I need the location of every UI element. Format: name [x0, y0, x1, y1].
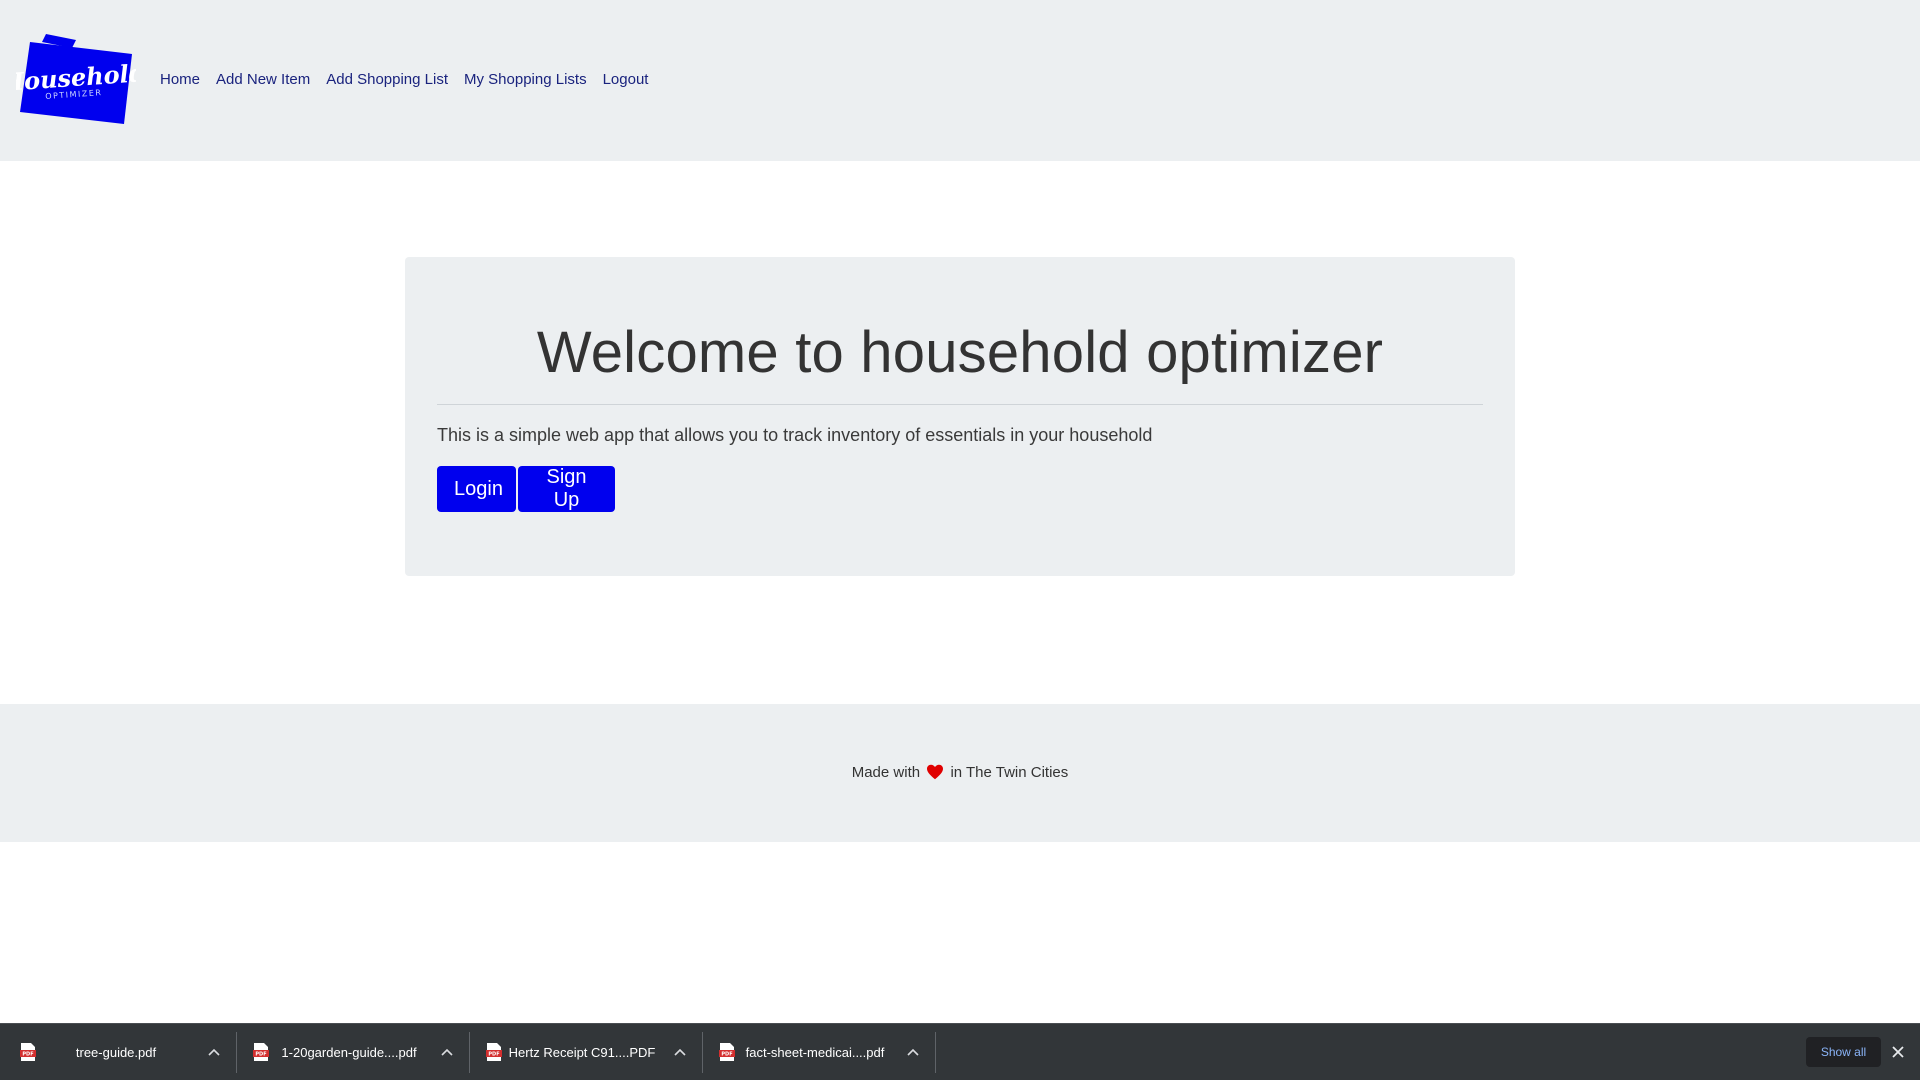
show-all-button[interactable]: Show all — [1806, 1037, 1881, 1067]
download-filename: 1-20garden-guide....pdf — [281, 1044, 417, 1060]
download-item[interactable]: PDF Hertz Receipt C91....PDF — [466, 1030, 698, 1074]
pdf-file-icon: PDF — [253, 1043, 269, 1061]
pdf-file-icon: PDF — [486, 1043, 502, 1061]
divider — [437, 404, 1483, 405]
nav-my-shopping-lists[interactable]: My Shopping Lists — [464, 71, 587, 88]
household-optimizer-logo[interactable]: Household OPTIMIZER — [16, 34, 136, 128]
download-filename: fact-sheet-medicai....pdf — [745, 1044, 885, 1060]
pdf-file-icon: PDF — [719, 1043, 735, 1061]
svg-text:PDF: PDF — [488, 1052, 499, 1058]
main-nav: Home Add New Item Add Shopping List My S… — [160, 71, 664, 88]
chevron-up-icon[interactable] — [196, 1048, 232, 1056]
chevron-up-icon[interactable] — [895, 1048, 931, 1056]
site-header: Household OPTIMIZER Home Add New Item Ad… — [0, 0, 1920, 161]
download-bar: PDF tree-guide.pdf PDF 1-20garden-guide.… — [0, 1023, 1920, 1080]
site-footer: Made with in The Twin Cities — [0, 704, 1920, 842]
download-item[interactable]: PDF 1-20garden-guide....pdf — [233, 1030, 465, 1074]
download-separator — [935, 1032, 936, 1073]
nav-home[interactable]: Home — [160, 71, 200, 88]
page-title: Welcome to household optimizer — [536, 320, 1384, 385]
footer-text-after: in The Twin Cities — [950, 764, 1069, 781]
sign-up-button[interactable]: Sign Up — [518, 466, 615, 512]
footer-text-before: Made with — [851, 764, 921, 781]
close-icon[interactable] — [1888, 1042, 1908, 1062]
welcome-panel: Welcome to household optimizer This is a… — [405, 257, 1515, 576]
nav-add-shopping-list[interactable]: Add Shopping List — [326, 71, 448, 88]
download-item[interactable]: PDF fact-sheet-medicai....pdf — [699, 1030, 931, 1074]
nav-add-new-item[interactable]: Add New Item — [216, 71, 310, 88]
nav-logout[interactable]: Logout — [603, 71, 649, 88]
download-filename: Hertz Receipt C91....PDF — [508, 1044, 656, 1060]
svg-text:PDF: PDF — [255, 1052, 266, 1058]
download-filename: tree-guide.pdf — [75, 1044, 157, 1060]
intro-text: This is a simple web app that allows you… — [437, 425, 1153, 445]
svg-text:PDF: PDF — [721, 1052, 732, 1058]
chevron-up-icon[interactable] — [429, 1048, 465, 1056]
pdf-file-icon: PDF — [20, 1043, 36, 1061]
heart-icon — [927, 764, 944, 780]
footer-credit: Made with in The Twin Cities — [0, 764, 1920, 781]
chevron-up-icon[interactable] — [662, 1048, 698, 1056]
svg-text:PDF: PDF — [22, 1052, 33, 1058]
download-item[interactable]: PDF tree-guide.pdf — [0, 1030, 232, 1074]
login-button[interactable]: Login — [437, 466, 516, 512]
